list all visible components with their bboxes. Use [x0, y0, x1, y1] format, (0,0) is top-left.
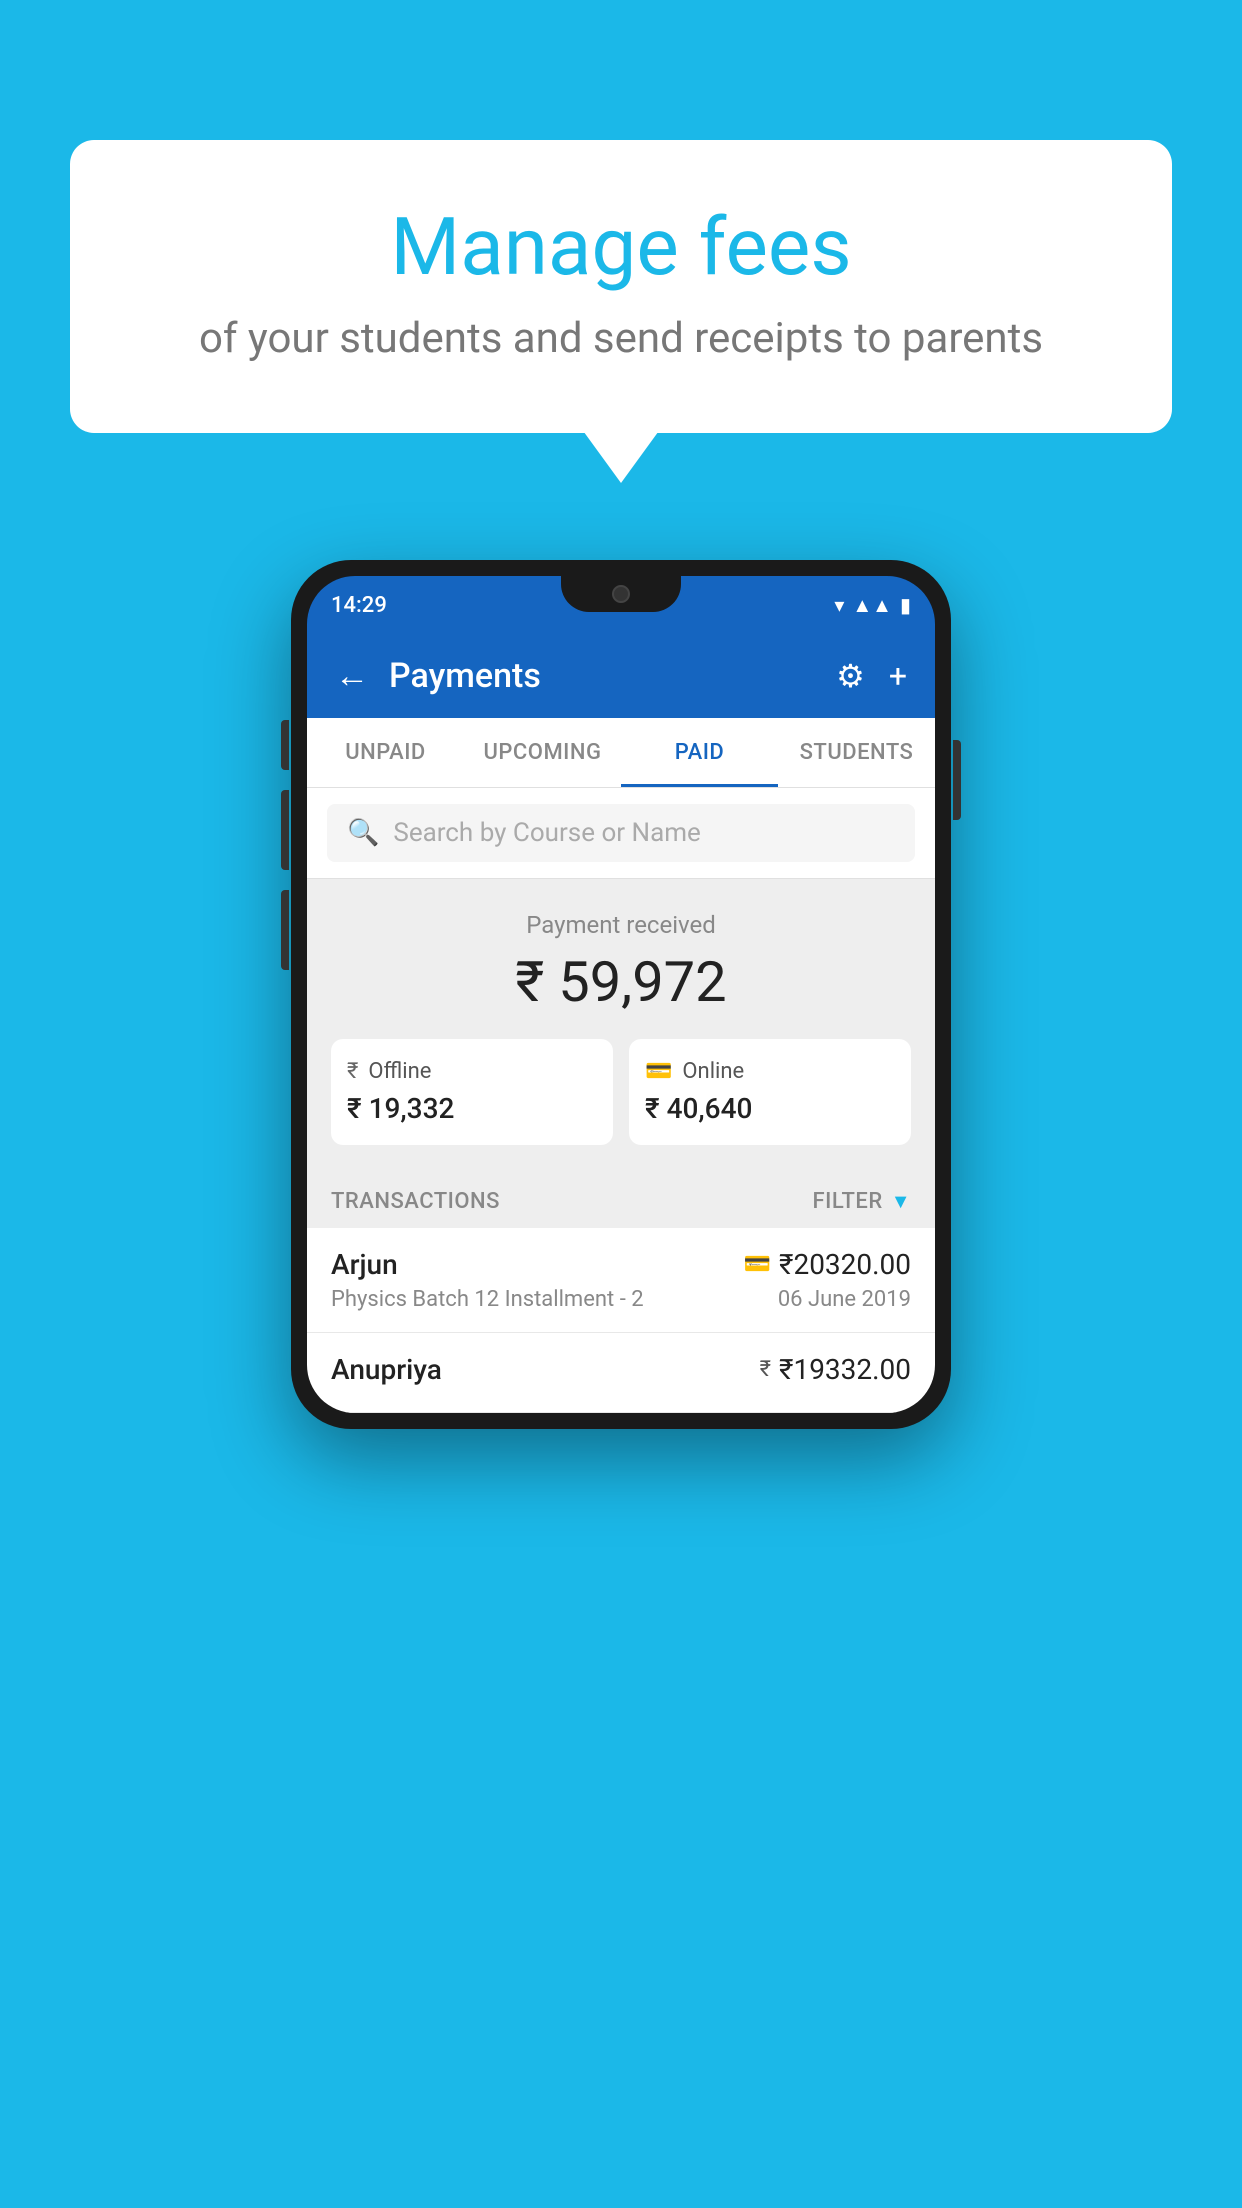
mute-button	[281, 720, 289, 770]
status-time: 14:29	[331, 593, 387, 618]
volume-down-button	[281, 890, 289, 970]
transaction-top-1: Arjun 💳 ₹20320.00	[331, 1248, 911, 1281]
transaction-name-2: Anupriya	[331, 1353, 442, 1386]
online-label: Online	[682, 1059, 744, 1084]
signal-icon: ▲▲	[852, 593, 892, 618]
transaction-amount-wrap-2: ₹ ₹19332.00	[760, 1353, 911, 1386]
phone-frame: 14:29 ▾ ▲▲ ▮ ← Payments ⚙	[291, 560, 951, 1429]
header-title: Payments	[389, 656, 816, 696]
phone-frame-container: 14:29 ▾ ▲▲ ▮ ← Payments ⚙	[291, 560, 951, 1429]
payment-summary: Payment received ₹ 59,972 ₹ Offline ₹ 19…	[307, 879, 935, 1169]
offline-amount: ₹ 19,332	[347, 1092, 597, 1125]
transactions-header: TRANSACTIONS FILTER ▼	[307, 1169, 935, 1228]
filter-button[interactable]: FILTER ▼	[812, 1189, 911, 1214]
tab-paid[interactable]: PAID	[621, 718, 778, 787]
search-icon: 🔍	[347, 818, 379, 848]
background: Manage fees of your students and send re…	[0, 0, 1242, 2208]
offline-icon: ₹	[347, 1059, 358, 1084]
search-bar[interactable]: 🔍 Search by Course or Name	[327, 804, 915, 862]
transaction-top-2: Anupriya ₹ ₹19332.00	[331, 1353, 911, 1386]
wifi-icon: ▾	[834, 593, 844, 617]
transaction-amount-wrap-1: 💳 ₹20320.00	[744, 1248, 911, 1281]
speech-bubble: Manage fees of your students and send re…	[70, 140, 1172, 433]
tab-unpaid[interactable]: UNPAID	[307, 718, 464, 787]
transaction-row[interactable]: Anupriya ₹ ₹19332.00	[307, 1333, 935, 1413]
payment-received-label: Payment received	[331, 911, 911, 939]
add-button[interactable]: +	[889, 657, 907, 695]
transaction-row[interactable]: Arjun 💳 ₹20320.00 Physics Batch 12 Insta…	[307, 1228, 935, 1333]
phone-screen: 14:29 ▾ ▲▲ ▮ ← Payments ⚙	[307, 576, 935, 1413]
offline-card-header: ₹ Offline	[347, 1059, 597, 1084]
search-container: 🔍 Search by Course or Name	[307, 788, 935, 879]
transaction-type-icon-1: 💳	[744, 1252, 771, 1277]
transaction-amount-1: ₹20320.00	[779, 1248, 911, 1281]
tabs-container: UNPAID UPCOMING PAID STUDENTS	[307, 718, 935, 788]
settings-button[interactable]: ⚙	[836, 657, 865, 695]
tab-students[interactable]: STUDENTS	[778, 718, 935, 787]
camera	[612, 585, 630, 603]
header-actions: ⚙ +	[836, 657, 907, 695]
speech-bubble-container: Manage fees of your students and send re…	[70, 140, 1172, 433]
notch	[561, 576, 681, 612]
transaction-date-1: 06 June 2019	[778, 1287, 911, 1312]
manage-fees-title: Manage fees	[150, 200, 1092, 294]
transaction-amount-2: ₹19332.00	[779, 1353, 911, 1386]
online-icon: 💳	[645, 1059, 672, 1084]
offline-card: ₹ Offline ₹ 19,332	[331, 1039, 613, 1145]
filter-icon: ▼	[891, 1189, 911, 1214]
payment-cards: ₹ Offline ₹ 19,332 💳 Online ₹ 40,640	[331, 1039, 911, 1145]
app-header: ← Payments ⚙ +	[307, 634, 935, 718]
offline-label: Offline	[368, 1059, 431, 1084]
manage-fees-subtitle: of your students and send receipts to pa…	[150, 314, 1092, 363]
tab-upcoming[interactable]: UPCOMING	[464, 718, 621, 787]
power-button	[953, 740, 961, 820]
volume-up-button	[281, 790, 289, 870]
transaction-course-1: Physics Batch 12 Installment - 2	[331, 1287, 644, 1312]
transactions-label: TRANSACTIONS	[331, 1189, 500, 1214]
search-placeholder: Search by Course or Name	[393, 818, 700, 848]
transaction-bottom-1: Physics Batch 12 Installment - 2 06 June…	[331, 1287, 911, 1312]
status-icons: ▾ ▲▲ ▮	[834, 593, 911, 618]
online-card: 💳 Online ₹ 40,640	[629, 1039, 911, 1145]
online-amount: ₹ 40,640	[645, 1092, 895, 1125]
back-button[interactable]: ←	[335, 656, 369, 696]
payment-total-amount: ₹ 59,972	[331, 949, 911, 1015]
online-card-header: 💳 Online	[645, 1059, 895, 1084]
battery-icon: ▮	[900, 593, 911, 617]
status-bar: 14:29 ▾ ▲▲ ▮	[307, 576, 935, 634]
transaction-name-1: Arjun	[331, 1248, 398, 1281]
filter-label: FILTER	[812, 1189, 882, 1214]
transaction-type-icon-2: ₹	[760, 1357, 771, 1382]
